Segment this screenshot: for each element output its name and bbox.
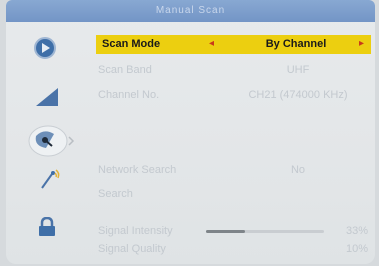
network-search-label: Network Search — [98, 164, 177, 176]
signal-quality-row: Signal Quality 10% — [98, 240, 378, 258]
signal-wedge-icon[interactable] — [36, 88, 58, 111]
scan-mode-row[interactable]: Scan Mode ◂ By Channel ▸ — [96, 35, 371, 54]
channel-no-label: Channel No. — [98, 89, 160, 101]
scan-band-value: UHF — [286, 64, 310, 76]
signal-intensity-row: Signal Intensity 33% — [98, 222, 378, 240]
play-circle-icon[interactable] — [33, 36, 57, 65]
antenna-icon[interactable] — [38, 168, 62, 195]
window-title: Manual Scan — [6, 0, 375, 22]
scan-mode-label: Scan Mode — [102, 38, 161, 50]
signal-quality-label: Signal Quality — [98, 243, 166, 255]
network-search-row[interactable]: Network Search No — [98, 161, 378, 179]
scan-mode-value: By Channel — [265, 38, 327, 50]
tv-screen: Manual Scan Scan Mode ◂ By Channel ▸ Sca… — [6, 0, 375, 264]
channel-no-value: CH21 (474000 KHz) — [248, 89, 348, 101]
channel-no-row[interactable]: Channel No. CH21 (474000 KHz) — [98, 86, 378, 104]
signal-intensity-fill — [206, 230, 245, 233]
signal-quality-value: 10% — [345, 243, 368, 255]
satellite-dish-icon[interactable] — [28, 124, 76, 163]
scan-band-row[interactable]: Scan Band UHF — [98, 61, 378, 79]
network-search-value: No — [290, 164, 306, 176]
search-label: Search — [98, 188, 133, 200]
right-arrow-icon[interactable]: ▸ — [359, 38, 364, 49]
signal-intensity-label: Signal Intensity — [98, 225, 173, 237]
lock-icon[interactable] — [36, 216, 58, 242]
signal-intensity-value: 33% — [345, 225, 368, 237]
left-arrow-icon[interactable]: ◂ — [209, 38, 214, 49]
search-row[interactable]: Search — [98, 185, 378, 203]
scan-band-label: Scan Band — [98, 64, 152, 76]
